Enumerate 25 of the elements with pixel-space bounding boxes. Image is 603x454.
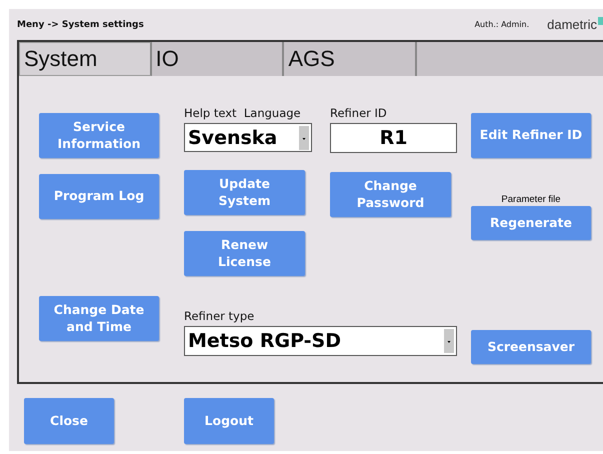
- action-button[interactable]: Change Date and Time: [39, 296, 159, 341]
- action-button[interactable]: Renew License: [184, 231, 305, 276]
- action-button[interactable]: Service Information: [39, 113, 159, 158]
- field-label: Refiner type: [184, 309, 254, 325]
- action-button[interactable]: Program Log: [39, 174, 159, 219]
- tab[interactable]: AGS: [284, 42, 418, 76]
- footer-button[interactable]: Close: [24, 398, 114, 444]
- screensaver-button[interactable]: Screensaver: [471, 330, 591, 364]
- field-label: Refiner ID: [330, 106, 387, 122]
- logo-text: dametric: [547, 17, 597, 32]
- logo-mark-icon: [598, 17, 603, 25]
- tab[interactable]: IO: [152, 42, 284, 76]
- breadcrumb: Meny -> System settings: [17, 20, 144, 30]
- auth-label: Auth.: Admin.: [474, 20, 530, 29]
- tab[interactable]: System: [19, 42, 152, 76]
- action-button[interactable]: Update System: [184, 170, 305, 215]
- refiner-id-field[interactable]: R1: [330, 123, 457, 153]
- parameter-file-label: Parameter file: [501, 194, 561, 205]
- edit-refiner-id-button[interactable]: Edit Refiner ID: [471, 113, 591, 158]
- language-dropdown[interactable]: Svenska: [184, 123, 312, 152]
- refiner-type-dropdown[interactable]: Metso RGP-SD: [184, 326, 457, 356]
- field-label: Help text Language: [184, 106, 301, 122]
- change-password-button[interactable]: Change Password: [330, 172, 451, 217]
- regenerate-button[interactable]: Regenerate: [471, 206, 591, 240]
- footer-button[interactable]: Logout: [184, 398, 274, 444]
